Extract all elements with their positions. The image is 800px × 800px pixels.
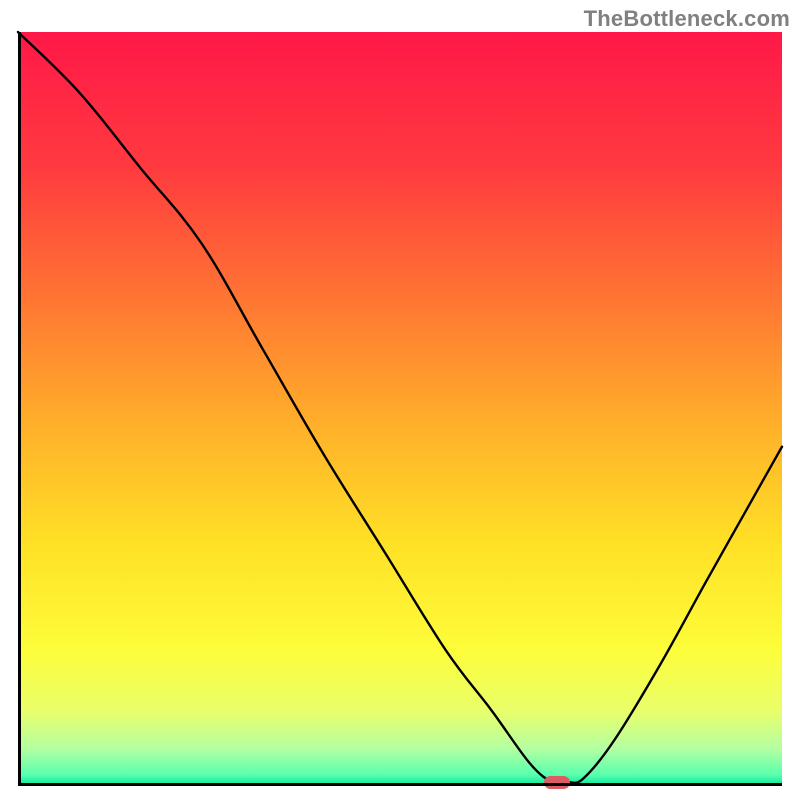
watermark-text: TheBottleneck.com (584, 6, 790, 32)
gradient-rect (18, 32, 782, 786)
gradient-background (18, 32, 782, 786)
plot-svg (18, 32, 782, 786)
plot-area (18, 32, 782, 786)
